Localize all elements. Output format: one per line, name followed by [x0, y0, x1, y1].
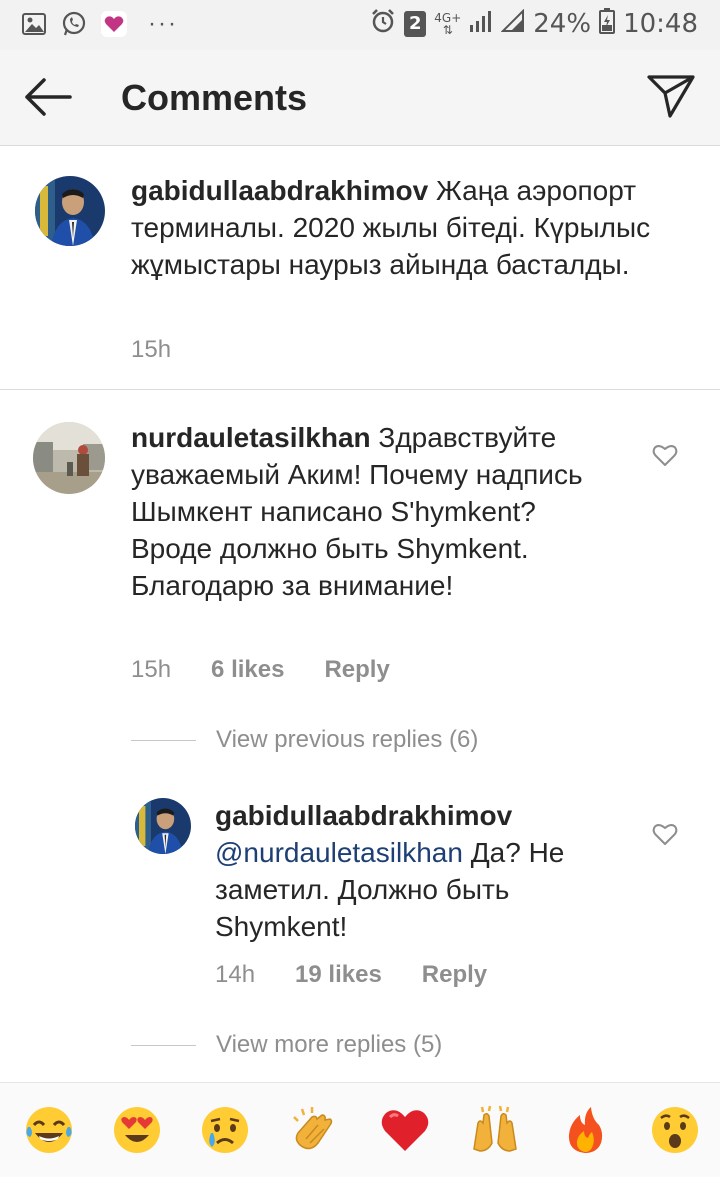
reply-button[interactable]: Reply: [324, 656, 389, 684]
reply-text: gabidullaabdrakhimov @nurdauletasilkhan Д…: [215, 797, 625, 945]
app-header: Comments: [0, 50, 720, 146]
status-bar: ··· 2 4G+ ⇅ 24% 10:48: [0, 0, 720, 50]
more-notifications-dots: ···: [148, 10, 178, 37]
surprised-icon: [652, 1107, 698, 1153]
view-previous-replies-label: View previous replies (6): [216, 726, 479, 753]
mention-link[interactable]: @nurdauletasilkhan: [215, 837, 463, 868]
send-button[interactable]: [646, 72, 696, 120]
reply-time: 14h: [215, 961, 256, 988]
heart-outline-icon: [652, 445, 678, 466]
avatar[interactable]: [135, 798, 191, 854]
comment-time: 15h: [131, 656, 172, 683]
replies-line: [131, 739, 196, 741]
caption-time: 15h: [131, 336, 172, 363]
replies-line: [131, 1044, 196, 1046]
signal-icon-2: [500, 8, 525, 38]
crying-icon: [202, 1107, 248, 1153]
caption-text: gabidullaabdrakhimov Жаңа аэропорт терми…: [131, 172, 651, 283]
comment-meta: 15h 6 likes Reply: [131, 656, 430, 684]
whatsapp-icon: [60, 10, 88, 38]
emoji-heart-eyes-button[interactable]: [110, 1103, 164, 1157]
fire-icon: [568, 1107, 603, 1153]
comment-text: nurdauletasilkhan Здравствуйте уважаемый…: [131, 419, 611, 604]
raised-hands-icon: [473, 1105, 517, 1152]
emoji-crying-button[interactable]: [198, 1103, 252, 1157]
back-arrow-icon: [25, 78, 72, 116]
emoji-laugh-tears-button[interactable]: [22, 1103, 76, 1157]
alarm-icon: [370, 8, 396, 39]
divider: [0, 389, 720, 390]
network-type: 4G+ ⇅: [434, 10, 462, 37]
clapping-hands-icon: [293, 1107, 333, 1150]
gallery-icon: [20, 10, 48, 38]
reply-button[interactable]: Reply: [422, 961, 487, 989]
view-more-replies[interactable]: View more replies (5): [131, 1031, 442, 1059]
emoji-surprised-button[interactable]: [648, 1103, 702, 1157]
send-icon: [647, 75, 695, 118]
reply-meta: 14h 19 likes Reply: [215, 961, 527, 989]
red-heart-icon: [381, 1110, 429, 1151]
status-left-icons: ···: [20, 10, 178, 38]
reply-likes[interactable]: 19 likes: [295, 961, 382, 989]
comment-likes[interactable]: 6 likes: [211, 656, 284, 684]
sim-badge: 2: [404, 10, 427, 37]
heart-eyes-icon: [114, 1107, 160, 1153]
reply-username[interactable]: gabidullaabdrakhimov: [215, 800, 512, 831]
comment-username[interactable]: nurdauletasilkhan: [131, 422, 371, 453]
view-more-replies-label: View more replies (5): [216, 1031, 443, 1058]
clock: 10:48: [623, 8, 698, 39]
status-right-icons: 2 4G+ ⇅ 24% 10:48: [370, 8, 698, 39]
laugh-tears-icon: [26, 1107, 72, 1153]
caption-username[interactable]: gabidullaabdrakhimov: [131, 175, 428, 206]
signal-icon: [469, 9, 493, 38]
caption-meta: 15h: [131, 336, 211, 364]
emoji-fire-button[interactable]: [558, 1103, 612, 1157]
heart-outline-icon: [652, 824, 678, 845]
battery-icon: [599, 8, 616, 39]
like-button[interactable]: [652, 822, 678, 846]
avatar[interactable]: [35, 176, 105, 246]
emoji-raised-hands-button[interactable]: [468, 1103, 522, 1157]
back-button[interactable]: [22, 75, 74, 119]
battery-percent: 24%: [533, 8, 592, 39]
like-button[interactable]: [652, 443, 678, 467]
emoji-clap-button[interactable]: [288, 1103, 342, 1157]
emoji-bar: [0, 1082, 720, 1177]
view-previous-replies[interactable]: View previous replies (6): [131, 726, 478, 754]
heart-app-icon: [100, 10, 128, 38]
avatar[interactable]: [33, 422, 105, 494]
emoji-heart-button[interactable]: [378, 1103, 432, 1157]
page-title: Comments: [121, 77, 308, 118]
